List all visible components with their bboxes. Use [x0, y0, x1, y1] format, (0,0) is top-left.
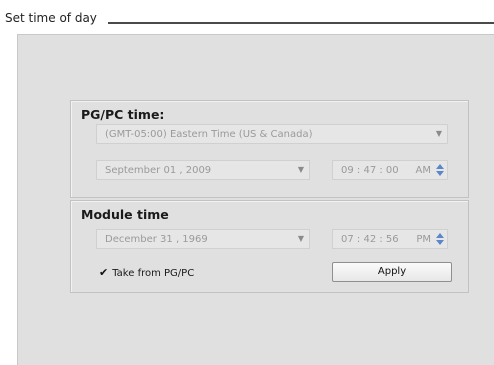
pgpc-time-value: 09 : 47 : 00 [341, 165, 399, 176]
apply-button[interactable]: Apply [332, 262, 452, 282]
checkmark-icon[interactable]: ✔ [99, 266, 108, 279]
pgpc-ampm: AM [415, 165, 431, 176]
module-date-value: December 31 , 1969 [105, 234, 208, 245]
group-divider [108, 22, 494, 24]
chevron-down-icon[interactable]: ▼ [431, 125, 447, 143]
take-from-pgpc-checkbox[interactable]: ✔ Take from PG/PC [99, 266, 194, 279]
spinner-arrows-icon[interactable] [435, 231, 445, 247]
timezone-value: (GMT-05:00) Eastern Time (US & Canada) [105, 129, 313, 140]
spinner-arrows-icon[interactable] [435, 162, 445, 178]
module-time-title: Module time [81, 207, 169, 222]
take-from-pgpc-label: Take from PG/PC [112, 268, 195, 279]
chevron-down-icon[interactable]: ▼ [293, 161, 309, 179]
module-time-value: 07 : 42 : 56 [341, 234, 399, 245]
group-title: Set time of day [5, 11, 99, 25]
pgpc-date-value: September 01 , 2009 [105, 165, 212, 176]
pgpc-time-title: PG/PC time: [81, 107, 165, 122]
module-time-group: Module time December 31 , 1969 ▼ 07 : 42… [70, 200, 469, 293]
module-time-spinner[interactable]: 07 : 42 : 56 PM [332, 229, 448, 249]
pgpc-date-picker[interactable]: September 01 , 2009 ▼ [96, 160, 310, 180]
timezone-select[interactable]: (GMT-05:00) Eastern Time (US & Canada) ▼ [96, 124, 448, 144]
pgpc-time-spinner[interactable]: 09 : 47 : 00 AM [332, 160, 448, 180]
pgpc-time-group: PG/PC time: (GMT-05:00) Eastern Time (US… [70, 100, 469, 198]
chevron-down-icon[interactable]: ▼ [293, 230, 309, 248]
module-date-picker[interactable]: December 31 , 1969 ▼ [96, 229, 310, 249]
module-ampm: PM [416, 234, 431, 245]
